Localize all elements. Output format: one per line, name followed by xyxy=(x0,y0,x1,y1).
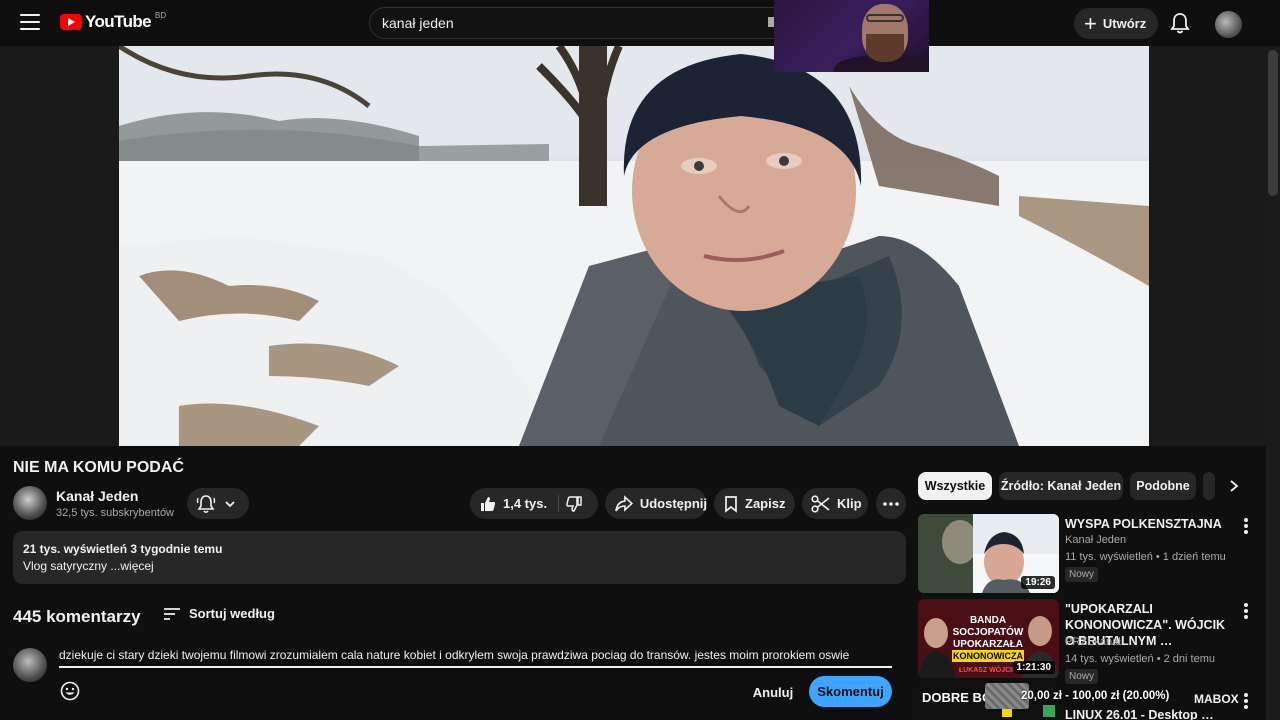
notifications-bell-icon[interactable] xyxy=(1170,12,1190,34)
recommendation-channel[interactable]: PRZEkanał xyxy=(1065,636,1121,648)
new-badge: Nowy xyxy=(1065,669,1099,684)
recommendation-views: 11 tys. wyświetleń • 1 dzień temu xyxy=(1065,551,1226,563)
country-code: BD xyxy=(155,10,167,20)
video-frame[interactable] xyxy=(119,46,1149,446)
search-input[interactable]: kanał jeden xyxy=(369,7,789,39)
menu-icon[interactable] xyxy=(20,14,40,30)
share-icon xyxy=(615,494,634,512)
subscription-bell-button[interactable] xyxy=(187,488,249,519)
video-title: NIE MA KOMU PODAĆ xyxy=(13,459,184,476)
new-badge: Nowy xyxy=(1065,567,1099,582)
thumb-text-4: KONONOWICZA xyxy=(953,651,1023,661)
recommendation-item[interactable]: 19:26 WYSPA POLKENSZTAJNA Kanał Jeden 11… xyxy=(918,514,1260,594)
chevron-right-icon xyxy=(1230,480,1239,492)
chip-related[interactable]: Podobne xyxy=(1130,472,1196,500)
thumb-text-2: SOCJOPATÓW xyxy=(953,625,1024,638)
plus-icon: + xyxy=(1084,10,1097,36)
more-vertical-icon[interactable] xyxy=(1244,693,1248,709)
youtube-logo[interactable]: YouTube BD xyxy=(60,10,167,32)
thumb-text: DOBRE BO xyxy=(922,690,992,705)
share-label: Udostępnij xyxy=(639,496,707,511)
like-count[interactable]: 1,4 tys. xyxy=(503,496,547,511)
description-text: Vlog satyryczny ...więcej xyxy=(23,559,154,573)
cancel-button[interactable]: Anuluj xyxy=(746,677,800,707)
thumb-text-3: UPOKARZAŁA xyxy=(953,639,1023,650)
chevron-down-icon xyxy=(225,501,235,508)
sort-button[interactable]: Sortuj według xyxy=(163,606,275,621)
more-vertical-icon[interactable] xyxy=(1244,518,1248,534)
recommendation-item[interactable]: BANDA SOCJOPATÓW UPOKARZAŁA KONONOWICZA … xyxy=(918,599,1260,684)
description-meta: 21 tys. wyświetleń 3 tygodnie temu xyxy=(23,542,223,556)
sort-label: Sortuj według xyxy=(189,606,275,621)
dislike-icon[interactable] xyxy=(566,495,584,513)
create-label: Utwórz xyxy=(1102,16,1147,31)
share-button[interactable]: Udostępnij xyxy=(605,488,707,519)
commenter-avatar xyxy=(13,648,47,682)
thumb-text-1: BANDA xyxy=(970,615,1006,626)
video-scene xyxy=(119,46,1149,446)
more-actions-button[interactable] xyxy=(876,488,906,519)
recommendation-title[interactable]: WYSPA POLKENSZTAJNA xyxy=(1065,516,1237,532)
chip-overflow[interactable] xyxy=(1203,472,1215,500)
ad-price-overlay: 20,00 zł - 100,00 zł (20.00%) xyxy=(985,683,1197,709)
like-dislike-group: 1,4 tys. xyxy=(470,488,598,519)
sort-icon xyxy=(164,607,180,620)
description-box[interactable]: 21 tys. wyświetleń 3 tygodnie temu Vlog … xyxy=(13,531,906,584)
user-avatar[interactable] xyxy=(1215,11,1242,38)
recommendation-views: 14 tys. wyświetleń • 2 dni temu xyxy=(1065,653,1215,665)
like-divider xyxy=(558,495,559,512)
clip-button[interactable]: Klip xyxy=(802,488,868,519)
chips-next-button[interactable] xyxy=(1222,474,1246,498)
comment-input[interactable]: dziekuje ci stary dzieki twojemu filmowi… xyxy=(59,648,892,668)
comment-submit-button[interactable]: Skomentuj xyxy=(809,676,892,707)
chip-source-channel[interactable]: Źródło: Kanał Jeden xyxy=(999,472,1123,500)
create-button[interactable]: + Utwórz xyxy=(1074,8,1158,39)
like-icon[interactable] xyxy=(479,495,497,513)
chip-all[interactable]: Wszystkie xyxy=(918,472,992,500)
save-button[interactable]: Zapisz xyxy=(714,488,795,519)
recommendation-thumbnail[interactable]: BANDA SOCJOPATÓW UPOKARZAŁA KONONOWICZA … xyxy=(918,599,1059,678)
save-label: Zapisz xyxy=(745,496,786,511)
channel-avatar[interactable] xyxy=(13,486,47,520)
scissors-icon xyxy=(811,494,830,513)
bookmark-icon xyxy=(725,495,737,513)
comment-count: 445 komentarzy xyxy=(13,607,141,626)
ad-price-text: 20,00 zł - 100,00 zł (20.00%) xyxy=(1021,690,1170,702)
thumb-text-5: ŁUKASZ WÓJCIK xyxy=(959,665,1017,674)
subscriber-count: 32,5 tys. subskrybentów xyxy=(56,507,175,519)
logo-text: YouTube xyxy=(85,12,152,31)
bell-icon xyxy=(196,495,216,514)
recommendation-thumbnail[interactable]: 19:26 xyxy=(918,514,1059,593)
scrollbar-thumb[interactable] xyxy=(1268,50,1278,196)
channel-name[interactable]: Kanał Jeden xyxy=(56,488,138,504)
duration-badge: 1:21:30 xyxy=(1012,661,1055,674)
more-vertical-icon[interactable] xyxy=(1244,603,1248,619)
emoji-icon[interactable] xyxy=(60,681,80,701)
more-horizontal-icon xyxy=(883,501,899,506)
video-player[interactable] xyxy=(0,46,1266,446)
webcam-overlay xyxy=(774,0,929,72)
youtube-play-icon xyxy=(60,14,82,30)
recommendation-channel[interactable]: Kanał Jeden xyxy=(1065,534,1126,546)
duration-badge: 19:26 xyxy=(1021,576,1055,589)
clip-label: Klip xyxy=(837,496,862,511)
